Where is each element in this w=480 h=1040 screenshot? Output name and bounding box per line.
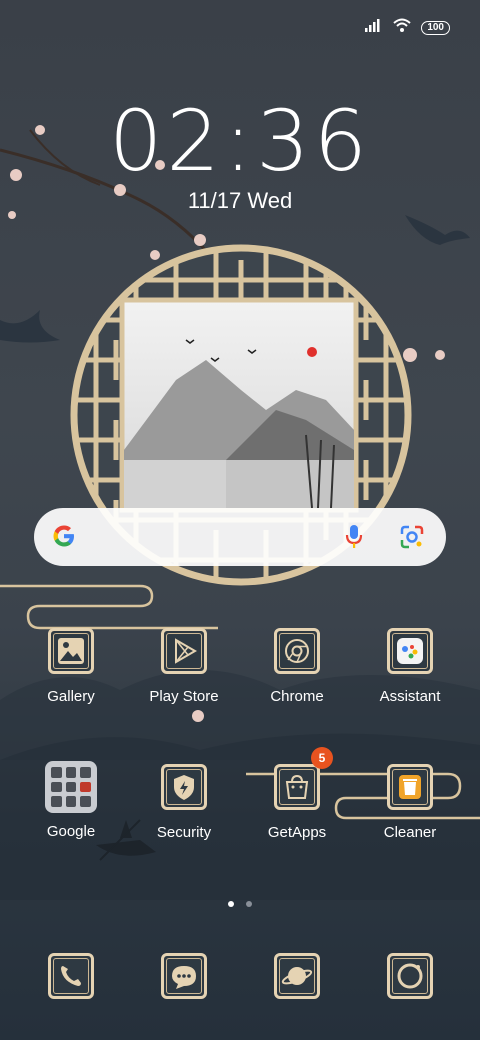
app-label: Gallery [47, 688, 95, 705]
app-chrome[interactable]: Chrome [247, 628, 347, 705]
shield-icon [161, 764, 207, 810]
battery-indicator: 100 [421, 20, 450, 35]
app-label: Google [46, 823, 96, 840]
chrome-icon [274, 628, 320, 674]
app-label: Assistant [379, 688, 441, 705]
app-security[interactable]: Security [134, 764, 234, 841]
page-indicator [0, 894, 480, 912]
folder-icon [45, 761, 97, 813]
message-bubble-icon [161, 953, 207, 999]
microphone-icon[interactable] [344, 523, 364, 556]
app-gallery[interactable]: Gallery [21, 628, 121, 705]
page-dot[interactable] [246, 901, 253, 907]
google-logo-icon [50, 522, 78, 555]
app-label: Security [156, 824, 212, 841]
app-play-store[interactable]: Play Store [134, 628, 234, 705]
folder-google[interactable]: Google [21, 761, 121, 840]
gallery-icon [48, 628, 94, 674]
page-dot-active[interactable] [227, 901, 234, 907]
assistant-icon [387, 628, 433, 674]
app-label: Cleaner [383, 824, 437, 841]
play-store-icon [161, 628, 207, 674]
notification-badge: 5 [311, 747, 333, 769]
camera-icon [387, 953, 433, 999]
shopping-bag-icon: 5 [274, 747, 333, 810]
app-label: Play Store [149, 688, 219, 705]
wifi-icon [393, 18, 411, 37]
clock-time[interactable]: 02:36 [0, 92, 480, 190]
dock-phone[interactable] [21, 953, 121, 999]
planet-icon [274, 953, 320, 999]
app-assistant[interactable]: Assistant [360, 628, 460, 705]
google-lens-icon[interactable] [398, 523, 426, 556]
google-search-bar[interactable] [34, 508, 446, 566]
dock-messages[interactable] [134, 953, 234, 999]
status-bar: 100 [365, 18, 450, 37]
clock-date[interactable]: 11/17 Wed [0, 188, 480, 214]
app-cleaner[interactable]: Cleaner [360, 764, 460, 841]
app-getapps[interactable]: 5 GetApps [247, 747, 347, 841]
dock-browser[interactable] [247, 953, 347, 999]
trash-bin-icon [387, 764, 433, 810]
app-label: GetApps [267, 824, 327, 841]
phone-icon [48, 953, 94, 999]
app-label: Chrome [270, 688, 324, 705]
signal-icon [365, 18, 383, 37]
dock-camera[interactable] [360, 953, 460, 999]
